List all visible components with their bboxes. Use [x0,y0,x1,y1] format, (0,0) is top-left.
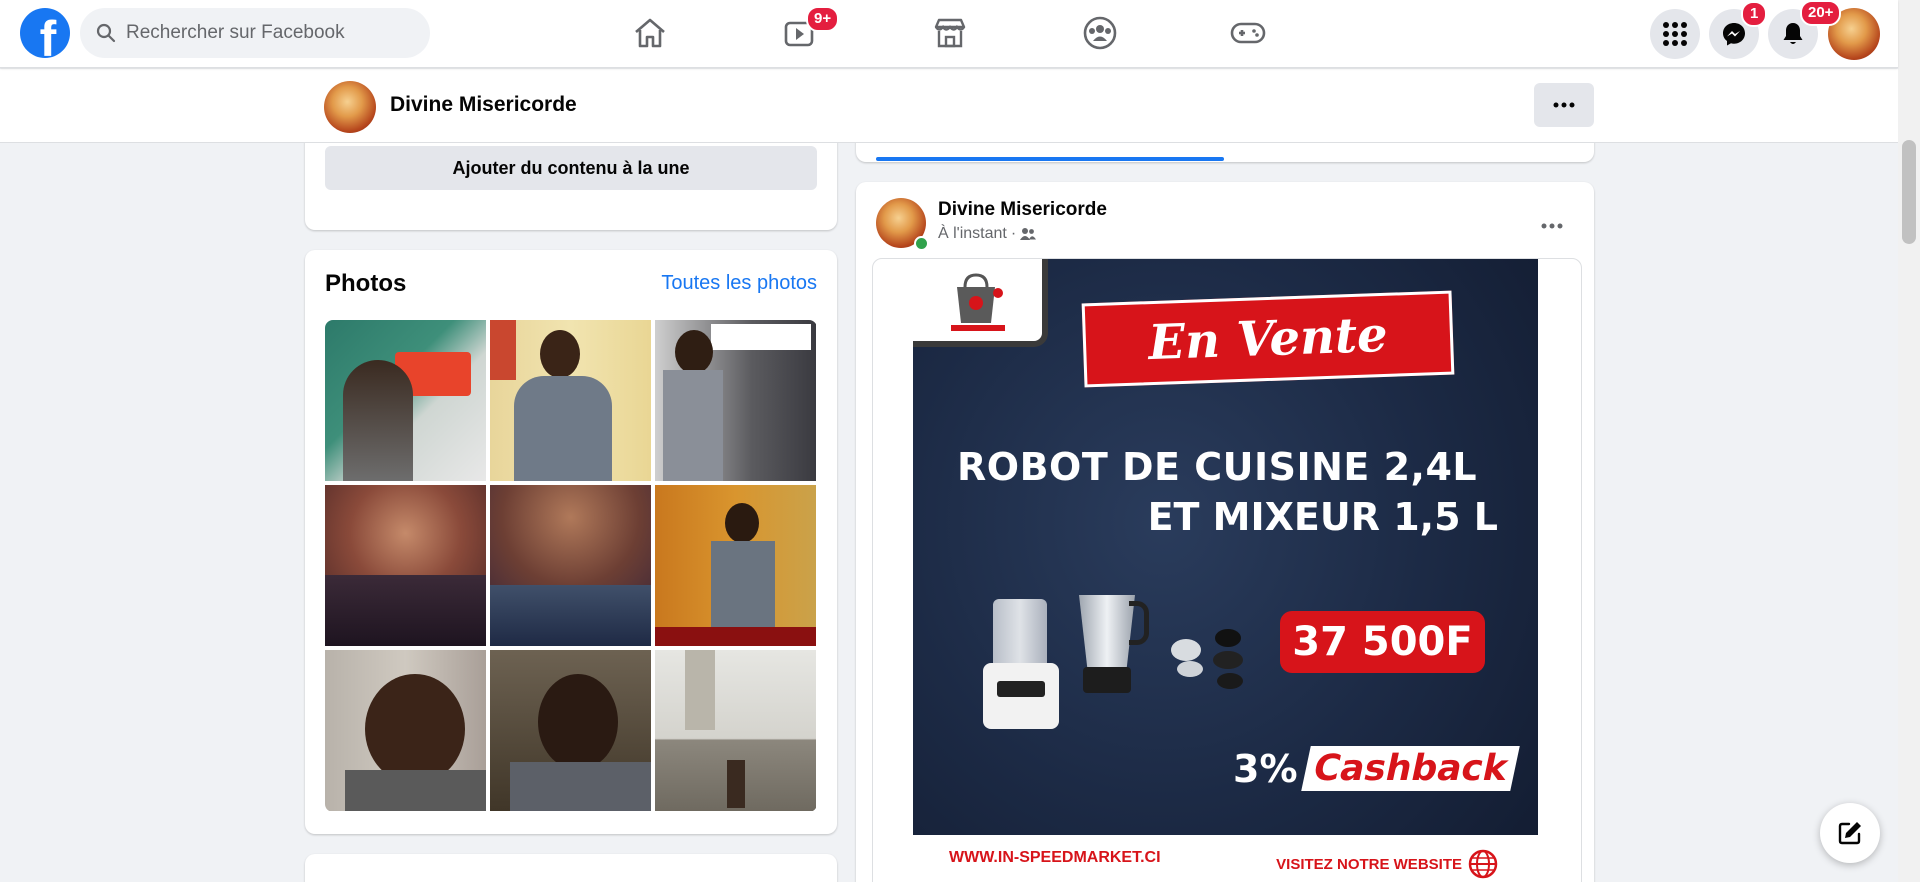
more-dots-icon [1541,223,1563,229]
post-card: Divine Misericorde À l'instant · En Vent… [856,182,1594,882]
photo-building[interactable] [655,650,816,811]
ad-image: En Vente ROBOT DE CUISINE 2,4L ET MIXEUR… [913,259,1538,882]
profile-name[interactable]: Divine Misericorde [390,93,577,117]
photos-title: Photos [325,270,407,297]
notifications-badge: 20+ [1800,0,1842,26]
watch-tab[interactable]: 9+ [770,6,840,56]
home-tab[interactable] [620,10,680,56]
photo-event-hall-2[interactable] [490,485,651,646]
featured-card: Ajouter du contenu à la une [305,130,837,230]
see-all-photos-link[interactable]: Toutes les photos [661,272,817,295]
search-input[interactable] [126,22,406,44]
cashback-label: Cashback [1300,746,1520,791]
watch-badge: 9+ [806,6,840,32]
photos-grid [325,320,817,812]
globe-icon [1468,849,1498,879]
shopping-bag-logo-icon [950,273,1005,331]
ad-visit-text: VISITEZ NOTRE WEBSITE [1276,855,1462,873]
marketplace-icon [934,18,966,48]
ad-footer: WWW.IN-SPEEDMARKET.CI VISITEZ NOTRE WEBS… [913,835,1538,882]
messenger-badge: 1 [1741,1,1768,27]
cashback-banner: 3% Cashback [1233,746,1520,791]
post-author-name[interactable]: Divine Misericorde [938,199,1107,221]
gaming-tab[interactable] [1218,10,1278,56]
en-vente-banner: En Vente [1081,290,1455,388]
search-box[interactable] [80,8,430,58]
food-processor-image [983,599,1063,729]
add-featured-button[interactable]: Ajouter du contenu à la une [325,146,817,190]
marketplace-tab[interactable] [920,10,980,56]
photos-card: Photos Toutes les photos [305,250,837,834]
ad-website: WWW.IN-SPEEDMARKET.CI [949,849,1161,866]
groups-tab[interactable] [1070,10,1130,56]
messenger-button[interactable]: 1 [1709,1,1768,59]
page-scrollbar[interactable] [1898,0,1920,882]
accessories-image [1171,629,1261,699]
home-icon [635,18,665,48]
grid-menu-icon [1663,22,1687,46]
meta-separator: · [1010,225,1017,242]
bell-icon [1783,23,1803,44]
photo-rti-stand[interactable] [325,320,486,481]
post-meta: À l'instant · [938,225,1037,243]
about-card [305,854,837,882]
photo-man-badge[interactable] [490,320,651,481]
photo-150-banner[interactable] [655,485,816,646]
ad-title-line2: ET MIXEUR 1,5 L [1147,495,1498,539]
photo-selfie-1[interactable] [325,650,486,811]
price-tag: 37 500F [1280,611,1485,673]
top-navigation: f 9+ 1 20+ [0,0,1898,68]
photo-cnmnt-booth[interactable] [655,320,816,481]
gaming-icon [1230,22,1266,44]
friends-audience-icon[interactable] [1020,227,1037,241]
scrollbar-thumb[interactable] [1902,140,1916,244]
post-options-button[interactable] [1534,208,1570,244]
ad-visit: VISITEZ NOTRE WEBSITE [1276,849,1498,879]
photo-event-hall-1[interactable] [325,485,486,646]
ad-title-line1: ROBOT DE CUISINE 2,4L [957,445,1478,489]
store-logo [913,259,1048,347]
search-icon [96,23,116,43]
cashback-percent: 3% [1233,746,1298,791]
compose-icon [1838,822,1861,845]
active-tab-indicator [876,157,1224,161]
profile-avatar[interactable] [324,81,376,133]
profile-more-button[interactable] [1534,83,1594,127]
new-message-button[interactable] [1820,803,1880,863]
facebook-logo[interactable]: f [20,8,70,58]
blender-image [1073,595,1153,695]
profile-header-bar: Divine Misericorde [0,69,1898,143]
messenger-icon [1723,23,1745,46]
menu-button[interactable] [1650,9,1700,59]
post-timestamp[interactable]: À l'instant [938,225,1007,243]
photo-selfie-car[interactable] [490,650,651,811]
more-dots-icon [1553,102,1575,108]
online-status-dot [914,236,929,251]
post-image-frame[interactable]: En Vente ROBOT DE CUISINE 2,4L ET MIXEUR… [872,258,1582,882]
groups-icon [1083,16,1117,50]
